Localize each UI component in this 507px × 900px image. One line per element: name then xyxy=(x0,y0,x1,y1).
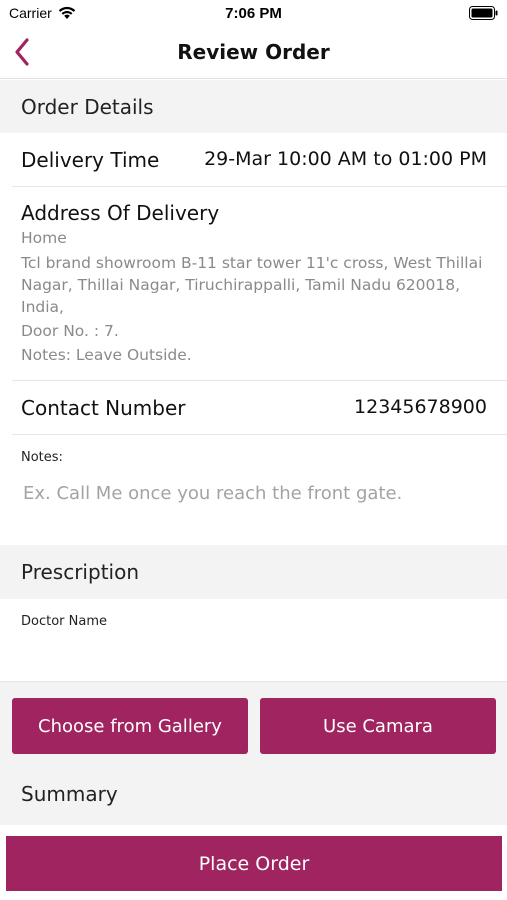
address-notes: Notes: Leave Outside. xyxy=(21,346,192,364)
address-line: Tcl brand showroom B-11 star tower 11'c … xyxy=(21,254,483,272)
notes-label: Notes: xyxy=(21,450,63,465)
delivery-time-label: Delivery Time xyxy=(21,148,160,172)
navigation-bar: Review Order xyxy=(0,28,507,79)
contact-number-value: 12345678900 xyxy=(354,396,487,418)
place-order-button[interactable]: Place Order xyxy=(6,836,502,891)
address-type: Home xyxy=(21,229,67,247)
doctor-name-label: Doctor Name xyxy=(21,614,107,629)
notes-row: Notes: Ex. Call Me once you reach the fr… xyxy=(0,435,507,545)
door-number: Door No. : 7. xyxy=(21,322,119,340)
address-line: Nagar, Thillai Nagar, Tiruchirappalli, T… xyxy=(21,276,461,294)
use-camera-button[interactable]: Use Camara xyxy=(260,698,496,754)
delivery-time-row: Delivery Time 29-Mar 10:00 AM to 01:00 P… xyxy=(0,133,507,187)
address-label: Address Of Delivery xyxy=(21,201,220,225)
contact-number-label: Contact Number xyxy=(21,396,186,420)
delivery-time-value: 29-Mar 10:00 AM to 01:00 PM xyxy=(204,148,487,170)
summary-header: Summary xyxy=(0,771,507,825)
contact-number-row: Contact Number 12345678900 xyxy=(0,381,507,434)
status-time: 7:06 PM xyxy=(225,5,282,22)
order-details-header: Order Details xyxy=(0,80,507,133)
notes-input[interactable]: Ex. Call Me once you reach the front gat… xyxy=(23,483,402,504)
address-row: Address Of Delivery Home Tcl brand showr… xyxy=(0,187,507,380)
battery-icon xyxy=(469,6,498,20)
prescription-header: Prescription xyxy=(0,545,507,599)
section-title: Prescription xyxy=(21,560,139,584)
choose-from-gallery-button[interactable]: Choose from Gallery xyxy=(12,698,248,754)
status-bar: Carrier 7:06 PM xyxy=(0,0,507,28)
doctor-name-row[interactable]: Doctor Name xyxy=(0,599,507,681)
section-title: Order Details xyxy=(21,95,154,119)
page-title: Review Order xyxy=(177,40,330,64)
address-line: India, xyxy=(21,298,64,316)
section-title: Summary xyxy=(21,782,118,806)
